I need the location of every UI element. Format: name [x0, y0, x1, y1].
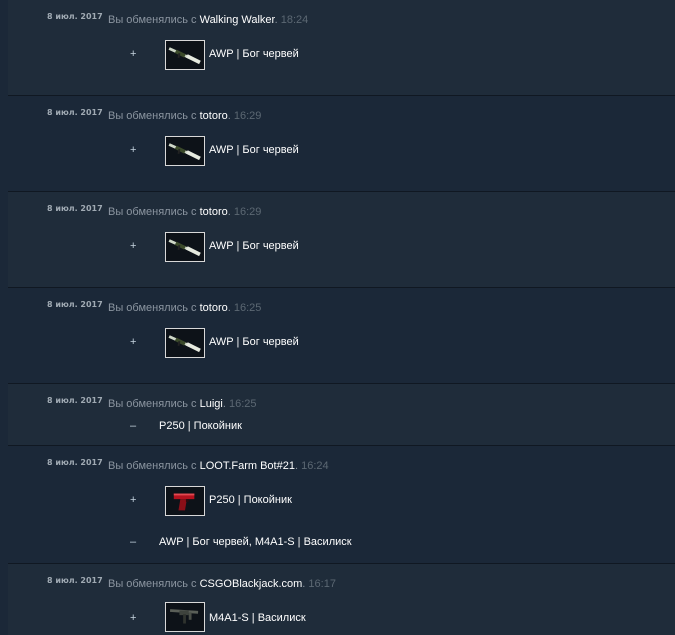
given-items[interactable]: P250 | Покойник	[159, 420, 242, 432]
trade-row: 8 июл. 2017 Вы обменялись с Walking Walk…	[8, 0, 675, 96]
received-sign: +	[130, 48, 137, 60]
trade-date: 8 июл. 2017	[47, 396, 103, 405]
item-name[interactable]: AWP | Бог червей	[209, 336, 299, 348]
trade-time: 18:24	[280, 14, 309, 26]
trade-description: Вы обменялись с Walking Walker. 18:24	[108, 14, 308, 26]
received-sign: +	[130, 494, 137, 506]
trade-prefix: Вы обменялись с	[108, 460, 200, 472]
trade-time: 16:29	[233, 206, 262, 218]
trade-prefix: Вы обменялись с	[108, 14, 200, 26]
trade-prefix: Вы обменялись с	[108, 206, 200, 218]
awp-rifle-icon	[168, 143, 201, 161]
item-name[interactable]: AWP | Бог червей	[209, 240, 299, 252]
trade-row: 8 июл. 2017 Вы обменялись с totoro. 16:2…	[8, 96, 675, 192]
partner-name-link[interactable]: totoro	[200, 206, 228, 218]
received-sign: +	[130, 336, 137, 348]
trade-date: 8 июл. 2017	[47, 576, 103, 585]
partner-name-link[interactable]: Luigi	[200, 398, 223, 410]
item-thumbnail[interactable]	[165, 602, 205, 632]
given-sign: –	[130, 420, 137, 432]
trade-date: 8 июл. 2017	[47, 458, 103, 467]
given-items[interactable]: AWP | Бог червей, M4A1-S | Василиск	[159, 536, 352, 548]
item-name[interactable]: AWP | Бог червей	[209, 144, 299, 156]
item-name[interactable]: P250 | Покойник	[209, 494, 292, 506]
trade-time: 16:24	[301, 460, 329, 472]
trade-row: 8 июл. 2017 Вы обменялись с CSGOBlackjac…	[8, 564, 675, 635]
trade-row: 8 июл. 2017 Вы обменялись с totoro. 16:2…	[8, 288, 675, 384]
received-sign: +	[130, 612, 137, 624]
trade-prefix: Вы обменялись с	[108, 578, 200, 590]
trade-prefix: Вы обменялись с	[108, 302, 200, 314]
p250-pistol-icon	[173, 493, 195, 511]
trade-prefix: Вы обменялись с	[108, 398, 200, 410]
partner-name-link[interactable]: LOOT.Farm Bot#21	[200, 460, 295, 472]
trade-row: 8 июл. 2017 Вы обменялись с Luigi. 16:25…	[8, 384, 675, 446]
item-name[interactable]: AWP | Бог червей	[209, 48, 299, 60]
trade-row: 8 июл. 2017 Вы обменялись с LOOT.Farm Bo…	[8, 446, 675, 564]
awp-rifle-icon	[168, 239, 201, 257]
partner-name-link[interactable]: Walking Walker	[200, 14, 275, 26]
trade-row: 8 июл. 2017 Вы обменялись с totoro. 16:2…	[8, 192, 675, 288]
trade-prefix: Вы обменялись с	[108, 110, 200, 122]
trade-description: Вы обменялись с Luigi. 16:25	[108, 398, 257, 410]
trade-time: 16:25	[228, 398, 257, 410]
trade-date: 8 июл. 2017	[47, 204, 103, 213]
item-thumbnail[interactable]	[165, 328, 205, 358]
item-thumbnail[interactable]	[165, 136, 205, 166]
item-thumbnail[interactable]	[165, 486, 205, 516]
m4a1s-rifle-icon	[169, 609, 199, 624]
trade-date: 8 июл. 2017	[47, 300, 103, 309]
item-thumbnail[interactable]	[165, 232, 205, 262]
trade-time: 16:25	[233, 302, 262, 314]
trade-time: 16:17	[308, 578, 336, 590]
trade-description: Вы обменялись с totoro. 16:25	[108, 302, 261, 314]
item-thumbnail[interactable]	[165, 40, 205, 70]
received-sign: +	[130, 240, 137, 252]
trade-description: Вы обменялись с LOOT.Farm Bot#21. 16:24	[108, 460, 329, 472]
awp-rifle-icon	[168, 335, 201, 353]
trade-description: Вы обменялись с totoro. 16:29	[108, 110, 261, 122]
given-sign: –	[130, 536, 137, 548]
trade-description: Вы обменялись с CSGOBlackjack.com. 16:17	[108, 578, 336, 590]
awp-rifle-icon	[168, 47, 201, 65]
trade-description: Вы обменялись с totoro. 16:29	[108, 206, 261, 218]
partner-name-link[interactable]: CSGOBlackjack.com	[200, 578, 303, 590]
trade-history: 8 июл. 2017 Вы обменялись с Walking Walk…	[0, 0, 675, 635]
trade-date: 8 июл. 2017	[47, 108, 103, 117]
received-sign: +	[130, 144, 137, 156]
partner-name-link[interactable]: totoro	[200, 302, 228, 314]
trade-date: 8 июл. 2017	[47, 12, 103, 21]
partner-name-link[interactable]: totoro	[200, 110, 228, 122]
trade-time: 16:29	[233, 110, 262, 122]
item-name[interactable]: M4A1-S | Василиск	[209, 612, 306, 624]
